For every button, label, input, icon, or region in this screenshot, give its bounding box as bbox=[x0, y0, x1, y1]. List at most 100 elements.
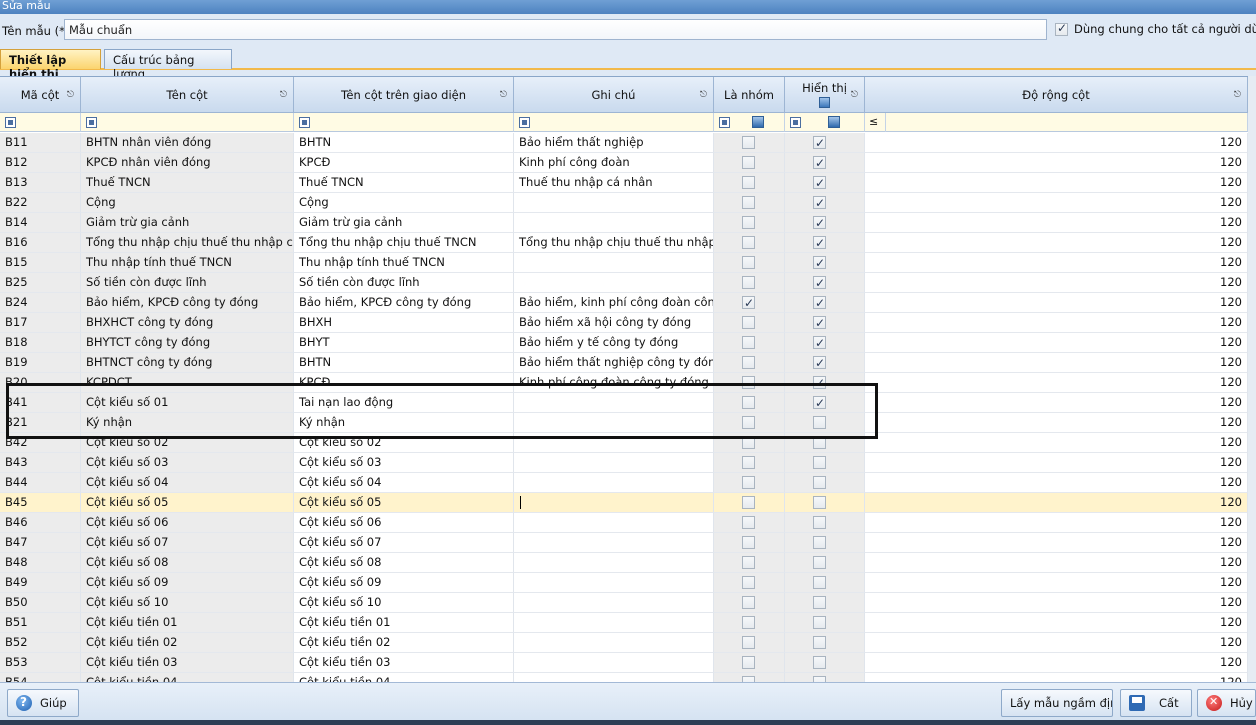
visible-checkbox[interactable] bbox=[813, 636, 826, 649]
table-row[interactable]: B22CộngCộng120 bbox=[0, 193, 1248, 213]
cell-code[interactable]: B42 bbox=[0, 433, 81, 453]
visible-checkbox[interactable] bbox=[813, 394, 826, 412]
cell-name[interactable]: Số tiền còn được lĩnh bbox=[81, 273, 294, 293]
filter-column-code[interactable] bbox=[0, 113, 81, 132]
filter-icon[interactable] bbox=[719, 117, 730, 128]
cell-display[interactable]: Cột kiểu số 08 bbox=[294, 553, 514, 573]
cell-note[interactable]: Thuế thu nhập cá nhân bbox=[514, 173, 714, 193]
cell-width[interactable]: 120 bbox=[865, 633, 1248, 653]
cell-display[interactable]: KPCĐ bbox=[294, 373, 514, 393]
cell-code[interactable]: B18 bbox=[0, 333, 81, 353]
cell-code[interactable]: B48 bbox=[0, 553, 81, 573]
cell-note[interactable] bbox=[514, 413, 714, 433]
table-row[interactable]: B25 Số tiền còn được lĩnh Số tiền còn được… bbox=[0, 273, 1248, 293]
filter-icon[interactable] bbox=[519, 117, 530, 128]
cell-code[interactable]: B22 bbox=[0, 193, 81, 213]
header-column-width[interactable]: Độ rộng cột ⎋ bbox=[865, 77, 1248, 113]
cell-code[interactable]: B11 bbox=[0, 133, 81, 153]
is-group-checkbox[interactable] bbox=[742, 196, 755, 209]
visible-checkbox[interactable] bbox=[813, 596, 826, 609]
visible-checkbox[interactable] bbox=[813, 194, 826, 212]
grid-vertical-scrollbar[interactable] bbox=[1248, 76, 1256, 682]
cell-name[interactable]: Cột kiểu số 08 bbox=[81, 553, 294, 573]
cell-name[interactable]: Cột kiểu tiền 02 bbox=[81, 633, 294, 653]
table-row[interactable]: B13 Thuế TNCN Thuế TNCN Thuế thu nhập cá nh… bbox=[0, 173, 1248, 193]
table-row[interactable]: B42 Cột kiểu số 02 Cột kiểu số 02 120 bbox=[0, 433, 1248, 453]
table-row[interactable]: B52 Cột kiểu tiền 02 Cột kiểu tiền 02 120 bbox=[0, 633, 1248, 653]
cell-code[interactable]: B24 bbox=[0, 293, 81, 313]
cell-name[interactable]: Bảo hiểm, KPCĐ công ty đóng bbox=[81, 293, 294, 313]
table-row[interactable]: B46 Cột kiểu số 06 Cột kiểu số 06 120 bbox=[0, 513, 1248, 533]
cell-width[interactable]: 120 bbox=[865, 513, 1248, 533]
cell-name[interactable]: Cột kiểu số 09 bbox=[81, 573, 294, 593]
template-name-input[interactable] bbox=[64, 19, 1047, 40]
cell-note[interactable] bbox=[514, 673, 714, 682]
cell-width[interactable]: 120 bbox=[865, 573, 1248, 593]
cell-code[interactable]: B44 bbox=[0, 473, 81, 493]
cell-width[interactable]: 120 bbox=[865, 653, 1248, 673]
is-group-checkbox[interactable] bbox=[742, 436, 755, 449]
cell-width[interactable]: 120 bbox=[865, 333, 1248, 353]
cell-name[interactable]: Cộng bbox=[81, 193, 294, 213]
cell-name[interactable]: BHYTCT công ty đóng bbox=[81, 333, 294, 353]
cell-code[interactable]: B15 bbox=[0, 253, 81, 273]
cell-note[interactable] bbox=[514, 213, 714, 233]
cell-name[interactable]: Thu nhập tính thuế TNCN bbox=[81, 253, 294, 273]
table-row[interactable]: B49 Cột kiểu số 09 Cột kiểu số 09 120 bbox=[0, 573, 1248, 593]
cell-display[interactable]: Thuế TNCN bbox=[294, 173, 514, 193]
table-row[interactable]: B51 Cột kiểu tiền 01 Cột kiểu tiền 01 120 bbox=[0, 613, 1248, 633]
cell-note[interactable]: Bảo hiểm thất nghiệp bbox=[514, 133, 714, 153]
cell-width[interactable]: 120 bbox=[865, 533, 1248, 553]
cell-width[interactable]: 120 bbox=[865, 153, 1248, 173]
pin-icon[interactable]: ⎋ bbox=[500, 90, 507, 100]
pin-icon[interactable]: ⎋ bbox=[280, 90, 287, 100]
table-row[interactable]: B14Giảm trừ gia cảnhGiảm trừ gia cảnh120 bbox=[0, 213, 1248, 233]
cell-name[interactable]: Cột kiểu số 07 bbox=[81, 533, 294, 553]
filter-column-name[interactable] bbox=[81, 113, 294, 132]
visible-checkbox[interactable] bbox=[813, 476, 826, 489]
cell-display[interactable]: Ký nhận bbox=[294, 413, 514, 433]
cancel-button[interactable]: Hủy b bbox=[1197, 689, 1256, 717]
cell-name[interactable]: Cột kiểu số 04 bbox=[81, 473, 294, 493]
cell-name[interactable]: Cột kiểu số 02 bbox=[81, 433, 294, 453]
cell-display[interactable]: Thu nhập tính thuế TNCN bbox=[294, 253, 514, 273]
cell-width[interactable]: 120 bbox=[865, 433, 1248, 453]
cell-display[interactable]: KPCĐ bbox=[294, 153, 514, 173]
cell-note[interactable] bbox=[514, 393, 714, 413]
is-group-checkbox[interactable] bbox=[742, 656, 755, 669]
is-group-checkbox[interactable] bbox=[742, 636, 755, 649]
tab-display-settings[interactable]: Thiết lập hiển thị bbox=[0, 49, 101, 81]
cell-name[interactable]: Cột kiểu tiền 03 bbox=[81, 653, 294, 673]
is-group-checkbox[interactable] bbox=[742, 616, 755, 629]
select-all-visible-icon[interactable] bbox=[819, 97, 830, 108]
cell-width[interactable]: 120 bbox=[865, 453, 1248, 473]
cell-name[interactable]: Cột kiểu số 01 bbox=[81, 393, 294, 413]
load-default-template-button[interactable]: Lấy mẫu ngầm định bbox=[1001, 689, 1113, 717]
cell-name[interactable]: Cột kiểu số 05 bbox=[81, 493, 294, 513]
is-group-checkbox[interactable] bbox=[742, 356, 755, 369]
is-group-checkbox[interactable] bbox=[742, 556, 755, 569]
filter-operator[interactable]: ≤ bbox=[869, 115, 878, 128]
cell-code[interactable]: B43 bbox=[0, 453, 81, 473]
is-group-checkbox[interactable] bbox=[742, 216, 755, 229]
is-group-checkbox[interactable] bbox=[742, 576, 755, 589]
header-visible[interactable]: Hiển thị ⎋ bbox=[785, 77, 865, 113]
cell-display[interactable]: Cột kiểu tiền 04 bbox=[294, 673, 514, 682]
cell-width[interactable]: 120 bbox=[865, 393, 1248, 413]
table-row[interactable]: B19 BHTNCT công ty đóng BHTN Bảo hiểm thất … bbox=[0, 353, 1248, 373]
cell-display[interactable]: Cột kiểu số 07 bbox=[294, 533, 514, 553]
cell-width[interactable]: 120 bbox=[865, 373, 1248, 393]
cell-width[interactable]: 120 bbox=[865, 473, 1248, 493]
table-row[interactable]: B21 Ký nhận Ký nhận 120 bbox=[0, 413, 1248, 433]
table-row[interactable]: B12 KPCĐ nhân viên đóng KPCĐ Kinh phí công … bbox=[0, 153, 1248, 173]
table-row[interactable]: B17 BHXHCT công ty đóng BHXH Bảo hiểm xã hộ… bbox=[0, 313, 1248, 333]
is-group-checkbox[interactable] bbox=[742, 596, 755, 609]
cell-display[interactable]: Cộng bbox=[294, 193, 514, 213]
pin-icon[interactable]: ⎋ bbox=[700, 90, 707, 100]
table-row[interactable]: B50 Cột kiểu số 10 Cột kiểu số 10 120 bbox=[0, 593, 1248, 613]
cell-width[interactable]: 120 bbox=[865, 493, 1248, 513]
cell-note[interactable] bbox=[514, 193, 714, 213]
cell-name[interactable]: BHTN nhân viên đóng bbox=[81, 133, 294, 153]
header-column-code[interactable]: Mã cột ⎋ bbox=[0, 77, 81, 113]
filter-checkbox-icon[interactable] bbox=[828, 116, 840, 128]
